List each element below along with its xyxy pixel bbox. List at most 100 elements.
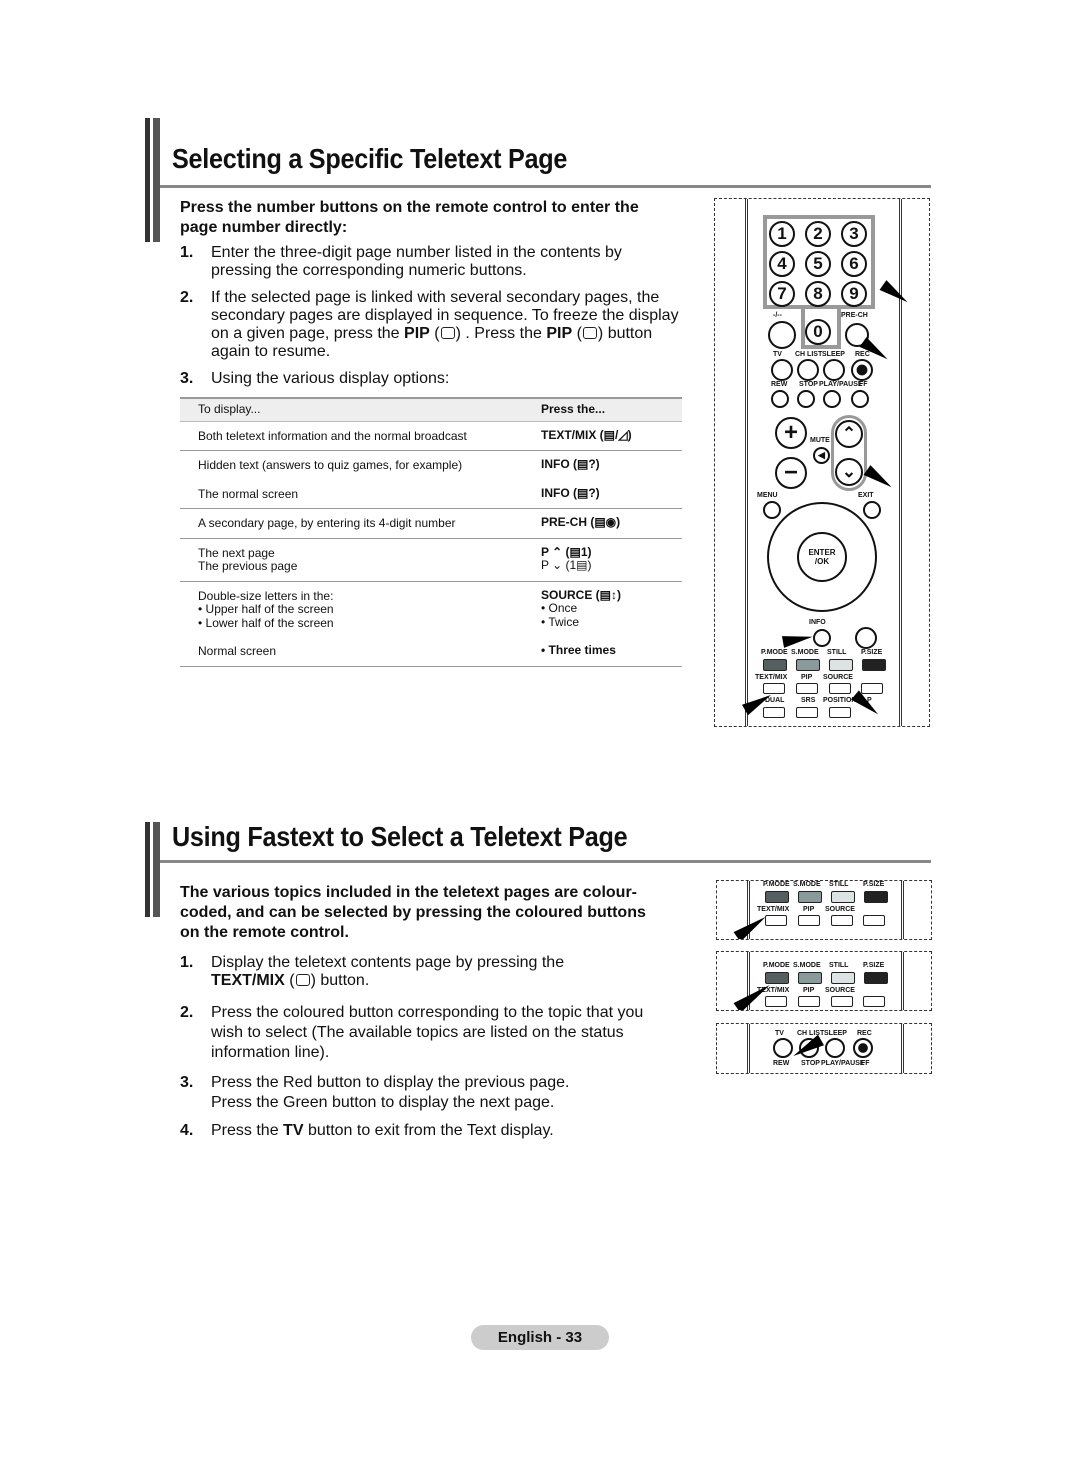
label-play: PLAY/PAUSE — [819, 381, 863, 388]
colour-key — [862, 659, 886, 671]
step-text: Press the coloured button corresponding … — [211, 1004, 644, 1061]
column-header: To display... — [180, 397, 541, 422]
label-source: SOURCE — [823, 674, 853, 681]
step-1: 1. Display the teletext contents page by… — [180, 954, 660, 990]
digit-button-3: 3 — [841, 221, 867, 247]
label-psize: P.SIZE — [863, 881, 885, 888]
volume-up-button: + — [775, 417, 807, 449]
step-number: 1. — [180, 244, 194, 261]
page-number-badge: English - 33 — [471, 1325, 609, 1350]
small-key — [798, 996, 820, 1007]
step-number: 3. — [180, 370, 194, 387]
small-key — [765, 996, 787, 1007]
label-tv: TV — [773, 351, 782, 358]
transport-button — [851, 390, 869, 408]
table-row: A secondary page, by entering its 4-digi… — [180, 508, 682, 539]
label-prech: PRE-CH — [841, 312, 868, 319]
step-number: 1. — [180, 954, 194, 971]
label-ff: FF — [861, 1060, 870, 1067]
step-text: Using the various display options: — [211, 370, 450, 387]
colour-key — [763, 659, 787, 671]
label-info: INFO — [809, 619, 826, 626]
colour-key — [829, 659, 853, 671]
colour-key — [796, 659, 820, 671]
round-button — [853, 1038, 873, 1058]
display-text: The normal screen — [198, 486, 299, 501]
remote-snippet-colour-keys-green: P.MODE S.MODE STILL P.SIZE TEXT/MIX PIP SOURCE — [716, 951, 932, 1011]
digit-button-7: 7 — [769, 281, 795, 307]
digit-button-5: 5 — [805, 251, 831, 277]
table-row: The normal screen INFO (▤?) — [180, 479, 682, 509]
step-text: Enter the three-digit page number listed… — [211, 244, 622, 279]
step-number: 2. — [180, 289, 194, 306]
colour-key — [831, 891, 855, 903]
label-smode: S.MODE — [793, 881, 821, 888]
label-still: STILL — [829, 962, 849, 969]
digit-button-2: 2 — [805, 221, 831, 247]
label-chlist: CH LIST — [795, 351, 823, 358]
digit-button-9: 9 — [841, 281, 867, 307]
small-key — [829, 683, 851, 694]
exit-button — [863, 501, 881, 519]
label-still: STILL — [829, 881, 849, 888]
label-pmode: P.MODE — [763, 962, 790, 969]
colour-key — [765, 891, 789, 903]
label-srs: SRS — [801, 697, 816, 704]
round-button — [855, 627, 877, 649]
display-text: • Upper half of the screen — [198, 602, 334, 616]
display-text: Normal screen — [198, 644, 277, 658]
press-text: P ⌃ (▤1) — [541, 544, 592, 559]
label-sleep: SLEEP — [822, 351, 845, 358]
label-pmode: P.MODE — [763, 881, 790, 888]
round-button — [851, 359, 873, 381]
enter-ok-button: ENTER/OK — [797, 532, 847, 582]
step-text-a: Press the — [211, 1122, 279, 1139]
step-text-b: . Press the — [465, 325, 542, 342]
label-pip: PIP — [803, 987, 815, 994]
small-key — [763, 707, 785, 718]
colour-key — [798, 891, 822, 903]
dash-button — [768, 321, 796, 349]
step-text-line1: Press the Red button to display the prev… — [211, 1074, 570, 1091]
small-key — [863, 996, 885, 1007]
round-button — [773, 1038, 793, 1058]
transport-button — [823, 390, 841, 408]
label-rew: REW — [773, 1060, 790, 1067]
digit-button-8: 8 — [805, 281, 831, 307]
label-psize: P.SIZE — [863, 962, 885, 969]
colour-key — [864, 972, 888, 984]
remote-snippet-tv-button: TV CH LIST SLEEP REC REW STOP PLAY/PAUSE FF — [716, 1023, 932, 1074]
volume-down-button: − — [775, 457, 807, 489]
press-text: SOURCE (▤↕) — [541, 587, 622, 602]
key-tv: TV — [283, 1122, 304, 1139]
step-number: 2. — [180, 1004, 194, 1021]
small-key — [831, 915, 853, 926]
label-rew: REW — [771, 381, 788, 388]
table-row: Double-size letters in the: • Upper half … — [180, 581, 682, 637]
table-row: Hidden text (answers to quiz games, for … — [180, 451, 682, 480]
small-key — [831, 996, 853, 1007]
menu-button — [763, 501, 781, 519]
label-rec: REC — [857, 1030, 872, 1037]
label-still: STILL — [827, 649, 847, 656]
round-button — [825, 1038, 845, 1058]
section-title: Selecting a Specific Teletext Page — [172, 143, 568, 174]
display-text: A secondary page, by entering its 4-digi… — [198, 516, 456, 530]
info-button — [813, 629, 831, 647]
small-key — [796, 707, 818, 718]
step-text: Press the TV button to exit from the Tex… — [211, 1122, 680, 1140]
press-text: • Twice — [541, 614, 579, 629]
label-pmode: P.MODE — [761, 649, 788, 656]
step-1: 1. Enter the three-digit page number lis… — [180, 244, 680, 280]
label-exit: EXIT — [858, 492, 874, 499]
digit-button-1: 1 — [769, 221, 795, 247]
pip-icon — [440, 327, 455, 339]
label-ff: FF — [859, 381, 868, 388]
small-key — [829, 707, 851, 718]
small-key — [861, 683, 883, 694]
key-textmix: TEXT/MIX — [211, 972, 285, 989]
press-text: • Three times — [541, 643, 616, 657]
textmix-icon — [295, 974, 310, 986]
remote-snippet-colour-keys: P.MODE S.MODE STILL P.SIZE TEXT/MIX PIP SOURCE — [716, 880, 932, 940]
section-marker — [145, 822, 160, 917]
